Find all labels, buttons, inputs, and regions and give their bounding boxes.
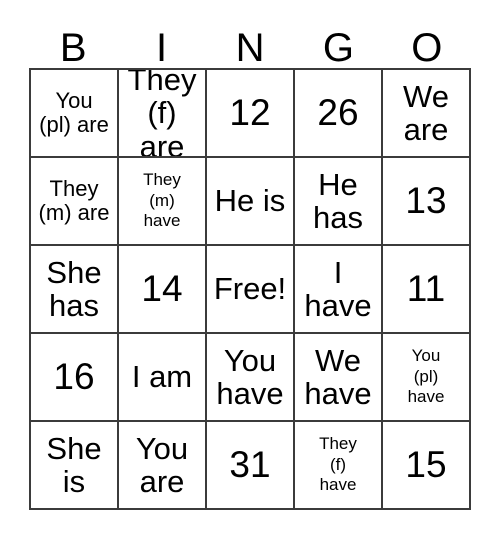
bingo-grid: You (pl) are They (f) are 12 26 We are T… xyxy=(29,68,471,510)
bingo-cell-label: You (pl) are xyxy=(39,88,109,137)
bingo-cell-label: They (f) have xyxy=(319,433,357,495)
bingo-cell[interactable]: We have xyxy=(295,334,383,422)
bingo-header-letter-n: N xyxy=(235,26,265,70)
bingo-cell[interactable]: We are xyxy=(383,70,471,158)
bingo-free-cell[interactable]: Free! xyxy=(207,246,295,334)
bingo-cell-label: 12 xyxy=(229,92,271,134)
bingo-cell[interactable]: He is xyxy=(207,158,295,246)
bingo-cell[interactable]: 12 xyxy=(207,70,295,158)
bingo-cell-label: He is xyxy=(214,183,286,219)
bingo-cell[interactable]: They (m) have xyxy=(119,158,207,246)
bingo-cell[interactable]: She is xyxy=(31,422,119,510)
bingo-cell[interactable]: They (f) have xyxy=(295,422,383,510)
bingo-cell-label: 16 xyxy=(53,356,95,398)
bingo-cell-label: They (m) are xyxy=(38,176,110,225)
bingo-cell[interactable]: 13 xyxy=(383,158,471,246)
bingo-cell[interactable]: 15 xyxy=(383,422,471,510)
bingo-cell[interactable]: She has xyxy=(31,246,119,334)
bingo-cell-label: 11 xyxy=(406,268,446,310)
bingo-cell-label: He has xyxy=(313,166,363,235)
bingo-cell[interactable]: 26 xyxy=(295,70,383,158)
bingo-cell-label: 13 xyxy=(405,180,447,222)
bingo-cell[interactable]: They (f) are xyxy=(119,70,207,158)
bingo-header-letter-g: G xyxy=(322,26,354,70)
bingo-header-letter-i: I xyxy=(156,26,168,70)
bingo-cell-label: We have xyxy=(304,342,372,411)
bingo-cell-label: 26 xyxy=(317,92,359,134)
bingo-cell[interactable]: You have xyxy=(207,334,295,422)
bingo-cell-label: I have xyxy=(304,254,372,323)
bingo-header: B I N G O xyxy=(29,16,471,68)
bingo-cell[interactable]: You (pl) have xyxy=(383,334,471,422)
bingo-cell[interactable]: You are xyxy=(119,422,207,510)
bingo-cell-label: You have xyxy=(216,342,284,411)
bingo-header-letter-b: B xyxy=(59,26,87,70)
bingo-cell[interactable]: 31 xyxy=(207,422,295,510)
bingo-cell[interactable]: 16 xyxy=(31,334,119,422)
bingo-cell[interactable]: 14 xyxy=(119,246,207,334)
bingo-cell[interactable]: 11 xyxy=(383,246,471,334)
bingo-cell-label: You are xyxy=(135,430,189,499)
bingo-cell[interactable]: You (pl) are xyxy=(31,70,119,158)
bingo-cell-label: 31 xyxy=(229,444,271,486)
bingo-cell-label: You (pl) have xyxy=(407,345,445,407)
bingo-row: You (pl) are They (f) are 12 26 We are xyxy=(31,70,471,158)
bingo-cell[interactable]: I have xyxy=(295,246,383,334)
bingo-row: They (m) are They (m) have He is He has … xyxy=(31,158,471,246)
bingo-cell-label: I am xyxy=(131,359,193,395)
bingo-cell-label: 15 xyxy=(405,444,447,486)
bingo-card: B I N G O You (pl) are They (f) are 12 2… xyxy=(29,16,471,510)
bingo-row: She has 14 Free! I have 11 xyxy=(31,246,471,334)
bingo-free-label: Free! xyxy=(213,271,287,307)
bingo-row: She is You are 31 They (f) have 15 xyxy=(31,422,471,510)
bingo-cell[interactable]: They (m) are xyxy=(31,158,119,246)
bingo-row: 16 I am You have We have You (pl) have xyxy=(31,334,471,422)
bingo-cell-label: They (m) have xyxy=(143,169,181,231)
bingo-header-letter-o: O xyxy=(411,26,443,70)
bingo-cell-label: She has xyxy=(46,254,102,323)
bingo-cell[interactable]: He has xyxy=(295,158,383,246)
bingo-cell-label: She is xyxy=(46,430,102,499)
bingo-cell-label: They (f) are xyxy=(127,70,197,158)
bingo-cell-label: 14 xyxy=(141,268,183,310)
bingo-cell[interactable]: I am xyxy=(119,334,207,422)
bingo-cell-label: We are xyxy=(403,78,449,147)
